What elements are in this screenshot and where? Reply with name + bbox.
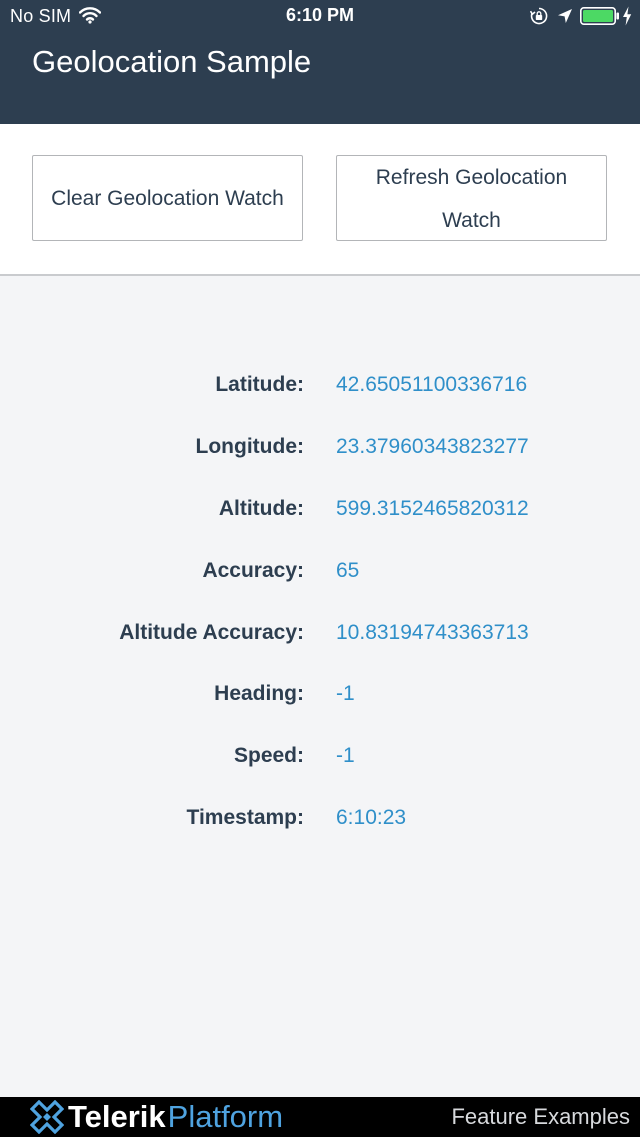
info-row-timestamp: Timestamp: 6:10:23 xyxy=(0,798,640,838)
brand-wordmark: TelerikPlatform xyxy=(68,1099,283,1135)
telerik-logo-icon xyxy=(30,1100,64,1134)
heading-value: -1 xyxy=(336,682,355,705)
location-arrow-icon xyxy=(558,9,572,23)
info-row-longitude: Longitude: 23.37960343823277 xyxy=(0,427,640,467)
altitude-accuracy-value: 10.83194743363713 xyxy=(336,621,529,644)
status-bar: No SIM 6:10 PM xyxy=(0,0,640,34)
timestamp-value: 6:10:23 xyxy=(336,806,407,829)
info-row-accuracy: Accuracy: 65 xyxy=(0,551,640,591)
info-row-altitude-accuracy: Altitude Accuracy: 10.83194743363713 xyxy=(0,613,640,653)
info-row-latitude: Latitude: 42.65051100336716 xyxy=(0,365,640,405)
lock-rotation-icon xyxy=(530,7,548,25)
clear-geolocation-watch-button[interactable]: Clear Geolocation Watch xyxy=(32,155,303,241)
speed-label: Speed: xyxy=(233,744,304,767)
page-title: Geolocation Sample xyxy=(32,44,312,79)
app-header: No SIM 6:10 PM Geolocation Sample xyxy=(0,0,640,124)
timestamp-label: Timestamp: xyxy=(186,806,304,829)
latitude-label: Latitude: xyxy=(215,373,304,396)
feature-examples-label: Feature Examples xyxy=(451,1104,630,1129)
altitude-value: 599.3152465820312 xyxy=(336,497,529,520)
app-footer: TelerikPlatform Feature Examples xyxy=(0,1097,640,1137)
heading-label: Heading: xyxy=(214,682,304,705)
charging-bolt-icon xyxy=(623,6,632,26)
longitude-label: Longitude: xyxy=(195,435,304,458)
accuracy-value: 65 xyxy=(336,559,360,582)
accuracy-label: Accuracy: xyxy=(202,559,304,582)
info-row-heading: Heading: -1 xyxy=(0,674,640,714)
longitude-value: 23.37960343823277 xyxy=(336,435,529,458)
latitude-value: 42.65051100336716 xyxy=(336,373,528,396)
brand-primary: Telerik xyxy=(68,1099,166,1134)
refresh-geolocation-watch-button[interactable]: Refresh Geolocation Watch xyxy=(336,155,607,241)
brand-secondary: Platform xyxy=(167,1099,284,1134)
battery-icon xyxy=(580,7,619,25)
button-bar: Clear Geolocation Watch Refresh Geolocat… xyxy=(0,124,640,276)
speed-value: -1 xyxy=(336,744,355,767)
altitude-label: Altitude: xyxy=(218,497,304,520)
info-row-altitude: Altitude: 599.3152465820312 xyxy=(0,489,640,529)
info-row-speed: Speed: -1 xyxy=(0,736,640,776)
altitude-accuracy-label: Altitude Accuracy: xyxy=(119,621,304,644)
